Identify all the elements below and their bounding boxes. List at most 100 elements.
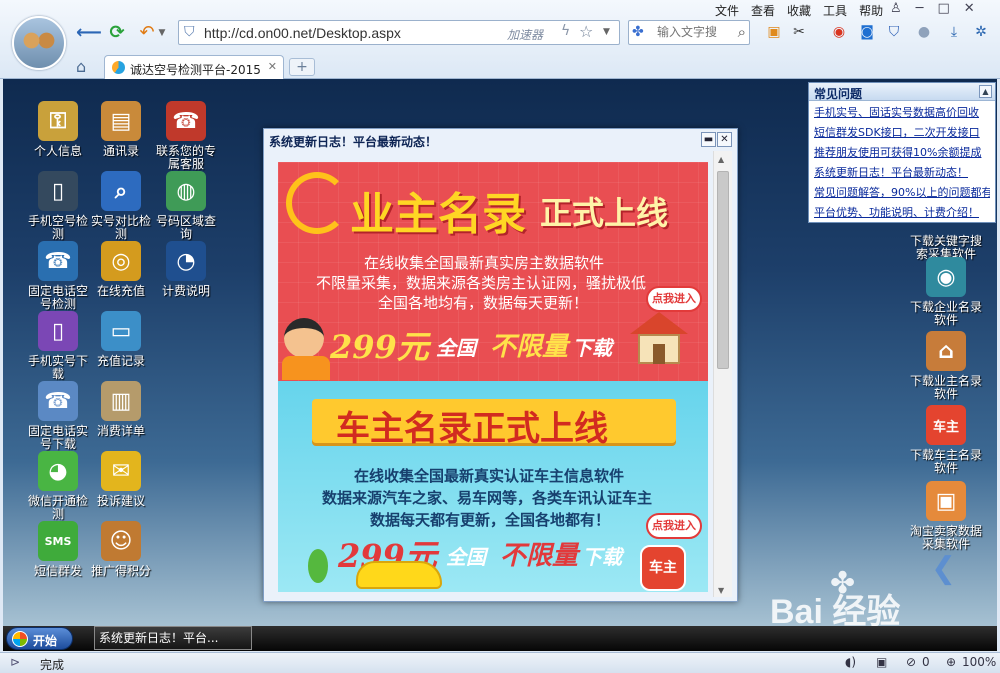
tab-active[interactable]: 诚达空号检测平台-2015 ✕ <box>104 55 284 79</box>
search-box[interactable]: ✤ ⌕ <box>628 20 750 45</box>
back-arrow-desktop-icon[interactable]: ❮ <box>931 551 956 586</box>
faq-collapse-icon[interactable]: ▲ <box>979 85 992 98</box>
faq-item[interactable]: 常见问题解答，90%以上的问题都有 <box>814 183 990 203</box>
search-input[interactable] <box>657 25 732 39</box>
address-bar[interactable]: ⛉ http://cd.on00.net/Desktop.aspx 加速器 ϟ … <box>178 20 620 45</box>
search-icon[interactable]: ⌕ <box>738 23 746 41</box>
banner2-price-text: 不限量 <box>500 541 579 571</box>
faq-item[interactable]: 系统更新日志！平台最新动态！ <box>814 163 990 183</box>
tab-close-icon[interactable]: ✕ <box>268 60 277 73</box>
skin-shirt-icon[interactable]: ♙ <box>890 1 902 16</box>
desktop-icon-label: 下载企业名录软件 <box>909 300 982 327</box>
faq-item[interactable]: 平台优势、功能说明、计费介绍！ <box>814 203 990 223</box>
car-owner-directory-banner[interactable]: 车主名录正式上线 在线收集全国最新真实认证车主信息软件 数据来源汽车之家、易车网… <box>278 381 708 592</box>
menu-favorites[interactable]: 收藏 <box>787 2 811 18</box>
scroll-down-icon[interactable]: ▼ <box>718 586 724 595</box>
desktop-icon[interactable]: ⚿ 个人信息 <box>27 101 89 158</box>
window-close-icon[interactable]: ✕ <box>717 132 732 147</box>
start-button[interactable]: 开始 <box>6 627 73 650</box>
desktop-icon[interactable]: ▯ 手机空号检测 <box>27 171 89 241</box>
desktop-icon[interactable]: ☺ 推广得积分 <box>90 521 152 578</box>
menu-file[interactable]: 文件 <box>715 2 739 18</box>
desktop-icon[interactable]: SMS 短信群发 <box>27 521 89 578</box>
desktop-icon[interactable]: ▭ 充值记录 <box>90 311 152 368</box>
ad-block-icon[interactable]: ⊘ <box>906 655 916 669</box>
owner-directory-banner[interactable]: 业主名录 正式上线 在线收集全国最新真实房主数据软件 不限量采集，数据来源各类房… <box>278 162 708 381</box>
download-icon[interactable]: ⤓ <box>945 23 963 41</box>
back-arrow-icon[interactable]: ⟵ <box>76 22 102 44</box>
maximize-icon[interactable]: □ <box>937 1 949 16</box>
more-icon[interactable]: ● <box>915 23 933 41</box>
settings-gear-icon[interactable]: ✲ <box>972 23 990 41</box>
screenshot-icon[interactable]: ▣ <box>876 655 887 669</box>
refresh-icon[interactable]: ⟳ <box>106 22 128 44</box>
desktop-icon[interactable]: ◉ 下载企业名录软件 <box>909 257 983 327</box>
desktop-icon[interactable]: ▤ 通讯录 <box>90 101 152 158</box>
faq-title: 常见问题 <box>814 87 863 101</box>
faq-header: 常见问题 ▲ <box>809 83 995 101</box>
speaker-icon[interactable]: ◖) <box>845 655 856 669</box>
minimize-icon[interactable]: ─ <box>916 1 924 16</box>
sidebar-toggle-icon[interactable]: ⊳ <box>10 655 20 669</box>
menu-view[interactable]: 查看 <box>751 2 775 18</box>
zoom-level[interactable]: 100% <box>962 655 996 669</box>
desktop-icon-label: 号码区域查询 <box>155 214 216 241</box>
desktop-icon[interactable]: ⌂ 下载业主名录软件 <box>909 331 983 401</box>
search-tool-icon[interactable]: ◙ <box>858 23 876 41</box>
close-icon[interactable]: ✕ <box>964 1 975 16</box>
scroll-thumb[interactable] <box>717 171 729 369</box>
address-url[interactable]: http://cd.on00.net/Desktop.aspx <box>204 25 401 41</box>
mobile-phone-icon: ▯ <box>38 171 78 211</box>
menu-tools[interactable]: 工具 <box>823 2 847 18</box>
menu-help[interactable]: 帮助 <box>859 2 883 18</box>
undo-icon[interactable]: ↶ <box>136 22 158 44</box>
desktop-icon[interactable]: 车主 下载车主名录软件 <box>909 405 983 475</box>
desktop-icon[interactable]: ▥ 消费详单 <box>90 381 152 438</box>
desktop-icon-label: 固定电话空号检测 <box>27 284 88 311</box>
window-scrollbar[interactable]: ▲ ▼ <box>713 151 732 597</box>
taskbar-item-update-log[interactable]: 系统更新日志！平台... <box>94 626 252 650</box>
address-dropdown-icon[interactable]: ▼ <box>603 27 610 37</box>
desktop-icon[interactable]: ☎ 联系您的专属客服 <box>155 101 217 171</box>
undo-dropdown-icon[interactable]: ▼ <box>157 22 167 44</box>
weibo-icon[interactable]: ◉ <box>830 23 848 41</box>
scissors-icon[interactable]: ✂ <box>790 23 808 41</box>
speed-arc-icon <box>286 172 348 234</box>
accelerator-label[interactable]: 加速器 <box>507 26 543 43</box>
desktop-icon[interactable]: ✉ 投诉建议 <box>90 451 152 508</box>
new-tab-button[interactable]: + <box>289 58 315 76</box>
desktop-icon[interactable]: ◎ 在线充值 <box>90 241 152 298</box>
banner1-line: 全国各地均有，数据每天更新！ <box>378 294 589 312</box>
card-icon: ▭ <box>101 311 141 351</box>
desktop-icon-label: 通讯录 <box>102 144 139 158</box>
shield-tool-icon[interactable]: ⛉ <box>885 23 903 41</box>
banner2-enter-button[interactable]: 点我进入 <box>646 513 702 539</box>
baidu-paw-icon[interactable]: ✤ <box>632 24 644 40</box>
update-log-window: 系统更新日志！平台最新动态！ ▬ ✕ 业主名录 正式上线 在线收集全国最新真实房… <box>263 128 738 602</box>
desktop-icon-label: 联系您的专属客服 <box>155 144 216 171</box>
favorite-star-icon[interactable]: ☆ <box>579 22 593 41</box>
faq-item[interactable]: 推荐朋友使用可获得10%余额提成 <box>814 143 990 163</box>
faq-item[interactable]: 手机实号、固话实号数据高价回收 <box>814 103 990 123</box>
desktop-icon[interactable]: ⌕ 实号对比检测 <box>90 171 152 241</box>
home-icon[interactable]: ⌂ <box>76 57 86 76</box>
cartoon-man-icon <box>278 310 334 380</box>
clip-icon[interactable]: ▣ <box>765 23 783 41</box>
desktop-icon-label: 推广得积分 <box>90 564 151 578</box>
desktop-icon[interactable]: ▣ 淘宝卖家数据采集软件 <box>909 481 983 551</box>
window-minimize-icon[interactable]: ▬ <box>701 132 716 147</box>
desktop-icon[interactable]: ◔ 计费说明 <box>155 241 217 298</box>
banner1-enter-button[interactable]: 点我进入 <box>646 286 702 312</box>
zoom-icon[interactable]: ⊕ <box>946 655 956 669</box>
window-title[interactable]: 系统更新日志！平台最新动态！ <box>269 133 437 150</box>
desktop-icon[interactable]: ☎ 固定电话实号下载 <box>27 381 89 451</box>
banner1-price-text: 全国 <box>436 336 476 360</box>
desktop-icon[interactable]: ◍ 号码区域查询 <box>155 171 217 241</box>
scroll-up-icon[interactable]: ▲ <box>718 155 724 164</box>
desktop-icon[interactable]: ☎ 固定电话空号检测 <box>27 241 89 311</box>
desktop-icon[interactable]: ◕ 微信开通检测 <box>27 451 89 521</box>
faq-item[interactable]: 短信群发SDK接口，二次开发接口 <box>814 123 990 143</box>
desktop-icon[interactable]: ▯ 手机实号下载 <box>27 311 89 381</box>
lightning-icon[interactable]: ϟ <box>561 23 570 39</box>
globe-magnifier-icon: ◍ <box>166 171 206 211</box>
